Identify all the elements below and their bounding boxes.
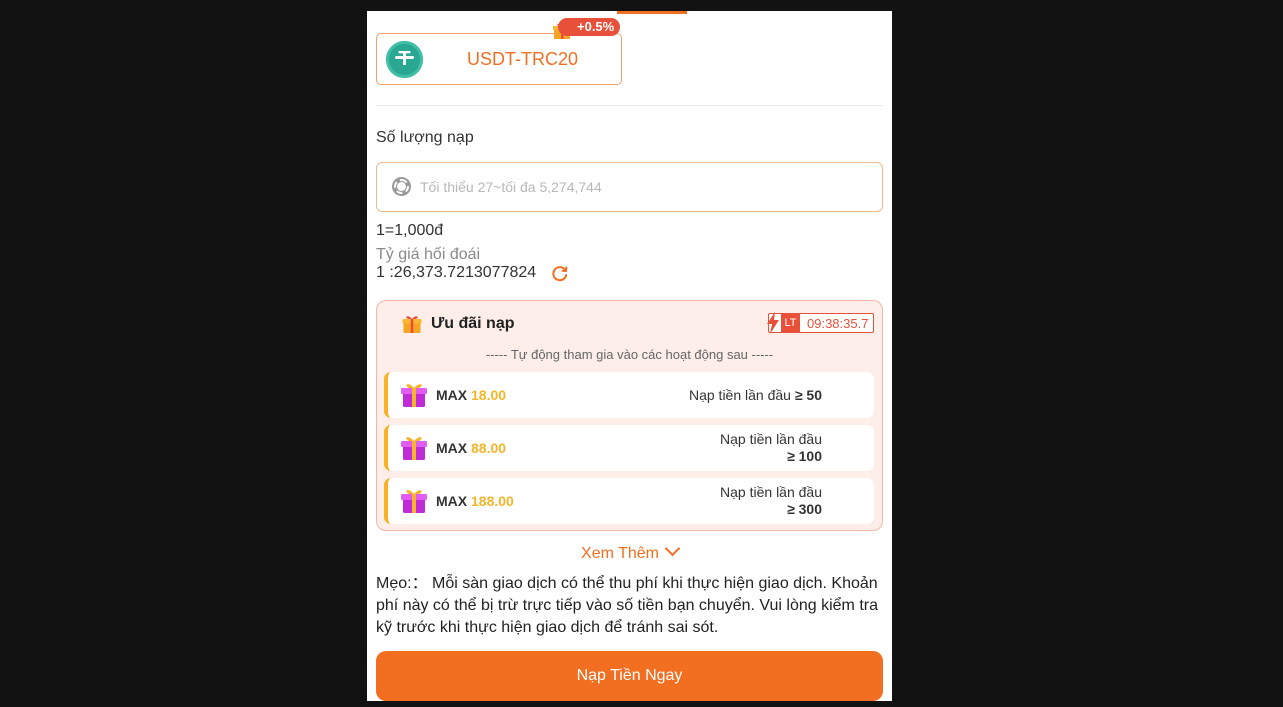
see-more-link[interactable]: Xem Thêm — [367, 540, 892, 563]
max-bonus: MAX 18.00 — [436, 387, 507, 403]
bonus-badge: +0.5% — [558, 18, 621, 36]
max-bonus: MAX 188.00 — [436, 493, 514, 509]
lt-label: LT — [781, 314, 800, 332]
amount-label: Số lượng nạp — [376, 129, 474, 146]
unit-rate: 1=1,000đ — [376, 222, 444, 239]
promo-subtitle: ----- Tự động tham gia vào các hoạt động… — [485, 347, 774, 362]
deposit-promotions: Ưu đãi nạp LT 09:38:35.7 ----- Tự động t… — [376, 300, 883, 531]
tip-text: Mẹo:： Mỗi sàn giao dịch có thể thu phí k… — [376, 575, 878, 636]
payment-channel-usdt-trc20[interactable]: T USDT-TRC20 — [376, 33, 622, 85]
amount-input[interactable]: Tối thiểu 27~tối đa 5,274,744 — [376, 162, 883, 212]
gift-box-icon — [401, 384, 427, 407]
deposit-now-button[interactable]: Nạp Tiền Ngay — [376, 651, 883, 701]
amount-placeholder: Tối thiểu 27~tối đa 5,274,744 — [420, 179, 602, 195]
max-bonus: MAX 88.00 — [436, 440, 507, 456]
refresh-icon[interactable] — [551, 264, 569, 282]
promo-condition: Nạp tiền lần đầu ≥ 50 — [688, 387, 822, 403]
countdown-timer: 09:38:35.7 — [807, 316, 869, 331]
see-more-label: Xem Thêm — [581, 545, 659, 562]
promo-item[interactable]: MAX 88.00 Nạp tiền lần đầu ≥ 100 — [384, 425, 874, 471]
promo-title: Ưu đãi nạp — [431, 315, 515, 332]
tab-indicator — [617, 11, 687, 14]
promo-item[interactable]: MAX 188.00 Nạp tiền lần đầu ≥ 300 — [384, 478, 874, 524]
promo-condition: Nạp tiền lần đầu ≥ 300 — [720, 484, 822, 517]
promo-condition: Nạp tiền lần đầu ≥ 100 — [720, 431, 822, 464]
gift-box-icon — [401, 490, 427, 513]
promo-item[interactable]: MAX 18.00 Nạp tiền lần đầu ≥ 50 — [384, 372, 874, 418]
exchange-rate-label: Tỷ giá hối đoái — [376, 246, 481, 263]
exchange-rate-value: 1 :26,373.7213077824 — [376, 264, 537, 281]
chevron-down-icon — [664, 540, 681, 557]
divider — [376, 105, 883, 106]
tether-icon: T — [386, 41, 423, 78]
limited-time-badge: LT 09:38:35.7 — [767, 312, 874, 334]
lightning-icon — [767, 312, 779, 334]
gift-box-icon — [401, 437, 427, 460]
gift-icon — [402, 316, 422, 333]
deposit-page: T USDT-TRC20 +0.5% Số lượng nạp Tối thiể… — [367, 11, 892, 701]
channel-name: USDT-TRC20 — [467, 49, 579, 69]
chip-icon — [392, 177, 411, 196]
